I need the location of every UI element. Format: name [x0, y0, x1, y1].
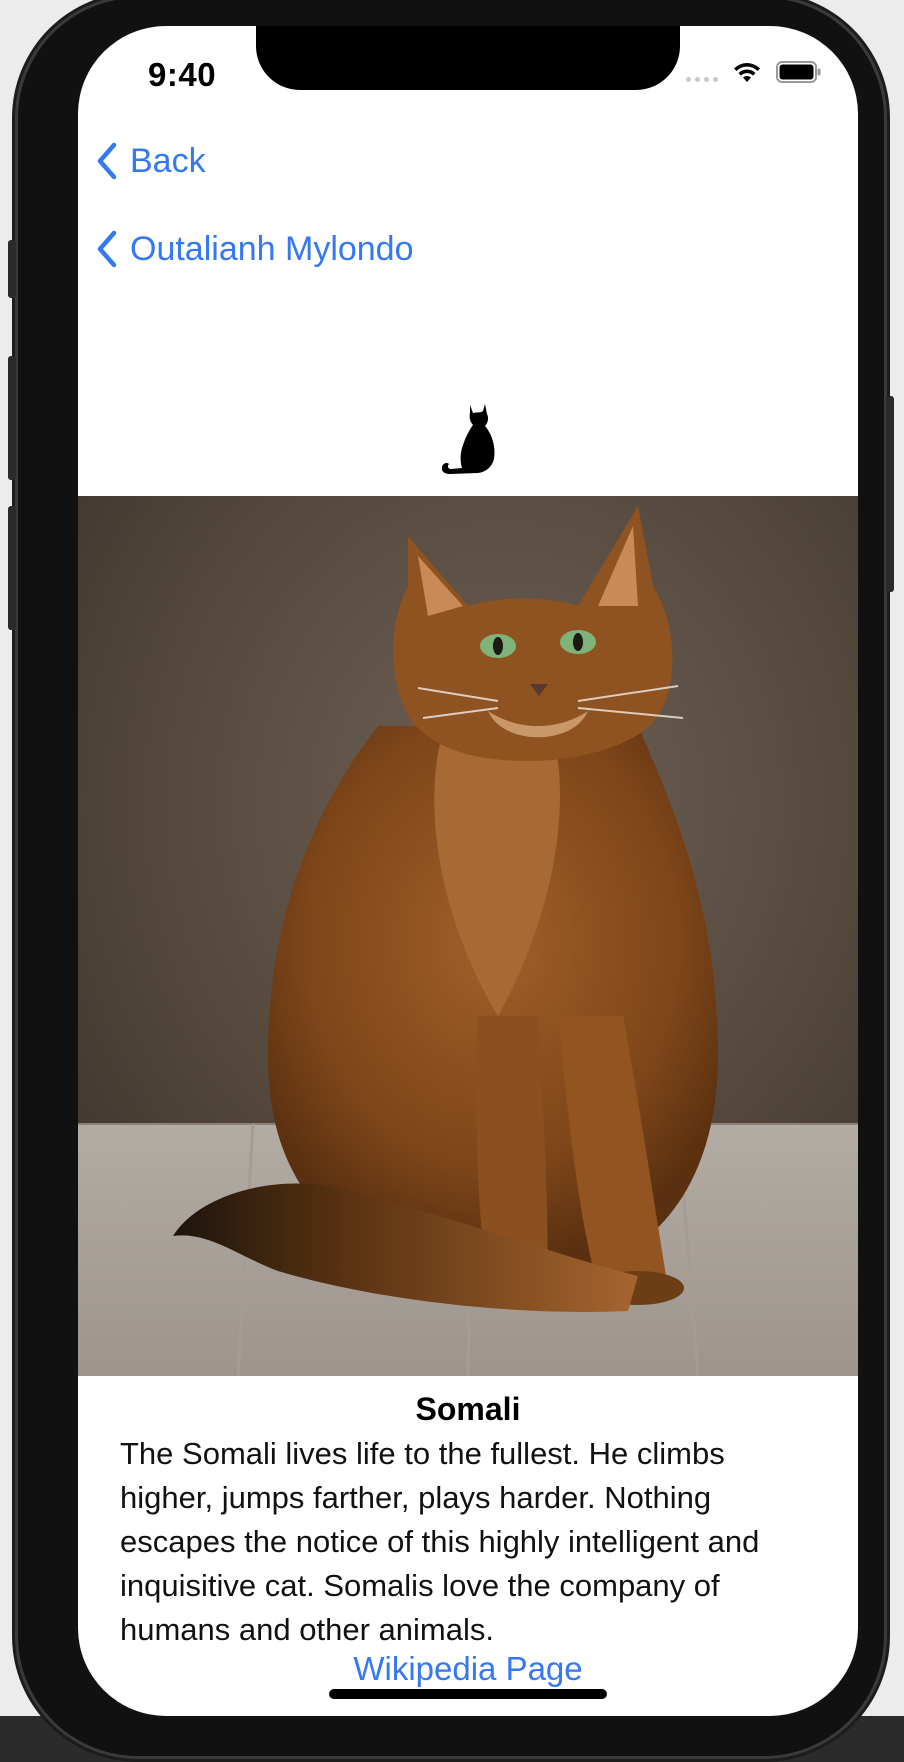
power-button: [886, 396, 894, 592]
chevron-left-icon: [97, 142, 117, 180]
wifi-icon: [734, 63, 760, 82]
volume-down-button: [8, 506, 16, 630]
cellular-dots-icon: [686, 62, 718, 82]
back-button-label: Back: [130, 141, 206, 180]
parent-nav-label: Outalianh Mylondo: [130, 229, 414, 268]
wikipedia-link[interactable]: Wikipedia Page: [78, 1650, 858, 1688]
silent-switch: [8, 240, 16, 298]
volume-up-button: [8, 356, 16, 480]
breed-description: The Somali lives life to the fullest. He…: [120, 1436, 760, 1647]
status-time: 9:40: [148, 56, 217, 93]
breed-photo: [78, 496, 858, 1376]
chevron-left-icon: [97, 230, 117, 268]
cat-silhouette-icon: [441, 404, 495, 474]
camera-notch: [256, 26, 680, 90]
home-indicator[interactable]: [329, 1689, 607, 1699]
battery-icon: [776, 61, 821, 83]
parent-nav-button[interactable]: Outalianh Mylondo: [94, 229, 414, 269]
app-screen: 9:40 Back Outalianh Mylondo Somali The S…: [78, 26, 858, 1716]
status-icons: [686, 60, 822, 84]
back-button[interactable]: Back: [94, 141, 206, 181]
breed-name: Somali: [415, 1391, 521, 1427]
device-frame: 9:40 Back Outalianh Mylondo Somali The S…: [8, 0, 894, 1756]
